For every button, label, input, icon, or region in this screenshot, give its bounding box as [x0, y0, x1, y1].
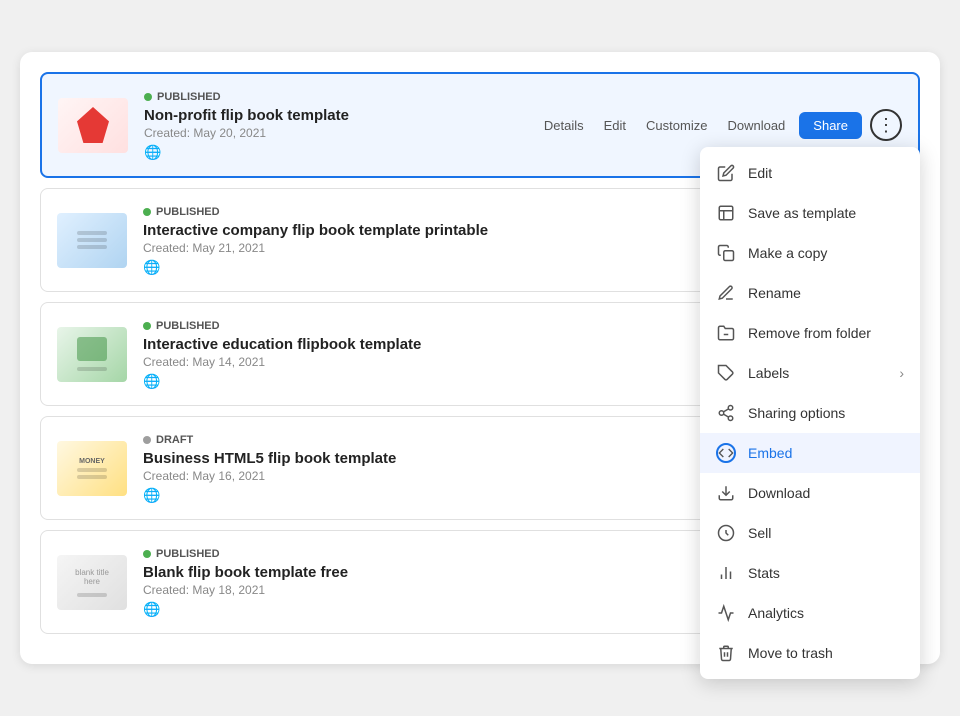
book-date: Created: May 14, 2021 [143, 355, 721, 369]
status-badge: PUBLISHED [143, 548, 220, 560]
globe-icon: 🌐 [143, 259, 160, 275]
book-thumbnail [57, 213, 127, 268]
globe-icon: 🌐 [143, 601, 160, 617]
book-thumbnail [57, 327, 127, 382]
book-info: PUBLISHED Interactive education flipbook… [143, 317, 721, 391]
book-title: Interactive education flipbook template [143, 336, 721, 353]
book-date: Created: May 16, 2021 [143, 469, 721, 483]
sell-icon [716, 523, 736, 543]
menu-item-label: Move to trash [748, 645, 904, 661]
menu-item-label: Stats [748, 565, 904, 581]
more-button[interactable]: ⋮ [870, 109, 902, 141]
menu-item-analytics[interactable]: Analytics [700, 593, 920, 633]
menu-item-label: Download [748, 485, 904, 501]
globe-icon: 🌐 [144, 144, 161, 160]
book-info: PUBLISHED Non-profit flip book template … [144, 88, 538, 162]
download-menu-icon [716, 483, 736, 503]
stats-icon [716, 563, 736, 583]
book-thumbnail: MONEY [57, 441, 127, 496]
menu-item-labels[interactable]: Labels › [700, 353, 920, 393]
edit-icon [716, 163, 736, 183]
book-title: Interactive company flip book template p… [143, 222, 721, 239]
menu-item-label: Sharing options [748, 405, 904, 421]
trash-icon [716, 643, 736, 663]
book-thumbnail: blank title here [57, 555, 127, 610]
sharing-icon [716, 403, 736, 423]
save-template-icon [716, 203, 736, 223]
status-dot [143, 322, 151, 330]
status-badge: PUBLISHED [143, 206, 220, 218]
status-label: PUBLISHED [156, 320, 220, 332]
menu-item-save-template[interactable]: Save as template [700, 193, 920, 233]
book-info: DRAFT Business HTML5 flip book template … [143, 431, 721, 505]
main-container: PUBLISHED Non-profit flip book template … [20, 52, 940, 664]
menu-item-label: Labels [748, 365, 887, 381]
status-dot [143, 208, 151, 216]
status-label: DRAFT [156, 434, 193, 446]
status-badge: DRAFT [143, 434, 193, 446]
menu-item-rename[interactable]: Rename [700, 273, 920, 313]
menu-item-embed[interactable]: Embed [700, 433, 920, 473]
status-label: PUBLISHED [156, 548, 220, 560]
book-title: Blank flip book template free [143, 564, 721, 581]
menu-item-make-copy[interactable]: Make a copy [700, 233, 920, 273]
menu-item-sharing[interactable]: Sharing options [700, 393, 920, 433]
menu-item-edit[interactable]: Edit [700, 153, 920, 193]
menu-item-stats[interactable]: Stats [700, 553, 920, 593]
menu-item-label: Analytics [748, 605, 904, 621]
menu-item-label: Sell [748, 525, 904, 541]
status-badge: PUBLISHED [143, 320, 220, 332]
status-dot [143, 436, 151, 444]
book-title: Business HTML5 flip book template [143, 450, 721, 467]
menu-item-download-menu[interactable]: Download [700, 473, 920, 513]
remove-folder-icon [716, 323, 736, 343]
menu-item-trash[interactable]: Move to trash [700, 633, 920, 673]
menu-item-label: Rename [748, 285, 904, 301]
book-date: Created: May 21, 2021 [143, 241, 721, 255]
menu-item-sell[interactable]: Sell [700, 513, 920, 553]
context-menu: Edit Save as template Make a copy Rename… [700, 147, 920, 679]
edit-link[interactable]: Edit [598, 114, 632, 137]
status-badge: PUBLISHED [144, 91, 221, 103]
book-info: PUBLISHED Interactive company flip book … [143, 203, 721, 277]
chevron-right-icon: › [899, 365, 904, 381]
menu-item-label: Save as template [748, 205, 904, 221]
rename-icon [716, 283, 736, 303]
labels-icon [716, 363, 736, 383]
share-button[interactable]: Share [799, 112, 862, 139]
status-label: PUBLISHED [156, 206, 220, 218]
globe-icon: 🌐 [143, 487, 160, 503]
menu-item-remove-folder[interactable]: Remove from folder [700, 313, 920, 353]
status-dot [143, 550, 151, 558]
book-title: Non-profit flip book template [144, 107, 538, 124]
customize-link[interactable]: Customize [640, 114, 713, 137]
book-info: PUBLISHED Blank flip book template free … [143, 545, 721, 619]
status-dot [144, 93, 152, 101]
menu-item-label: Edit [748, 165, 904, 181]
menu-item-label: Remove from folder [748, 325, 904, 341]
make-copy-icon [716, 243, 736, 263]
menu-item-label: Embed [748, 445, 904, 461]
download-link[interactable]: Download [721, 114, 791, 137]
status-label: PUBLISHED [157, 91, 221, 103]
book-thumbnail [58, 98, 128, 153]
book-date: Created: May 20, 2021 [144, 126, 538, 140]
embed-icon [716, 443, 736, 463]
analytics-icon [716, 603, 736, 623]
menu-item-label: Make a copy [748, 245, 904, 261]
details-link[interactable]: Details [538, 114, 590, 137]
globe-icon: 🌐 [143, 373, 160, 389]
book-actions: Details Edit Customize Download Share ⋮ [538, 109, 902, 141]
book-date: Created: May 18, 2021 [143, 583, 721, 597]
